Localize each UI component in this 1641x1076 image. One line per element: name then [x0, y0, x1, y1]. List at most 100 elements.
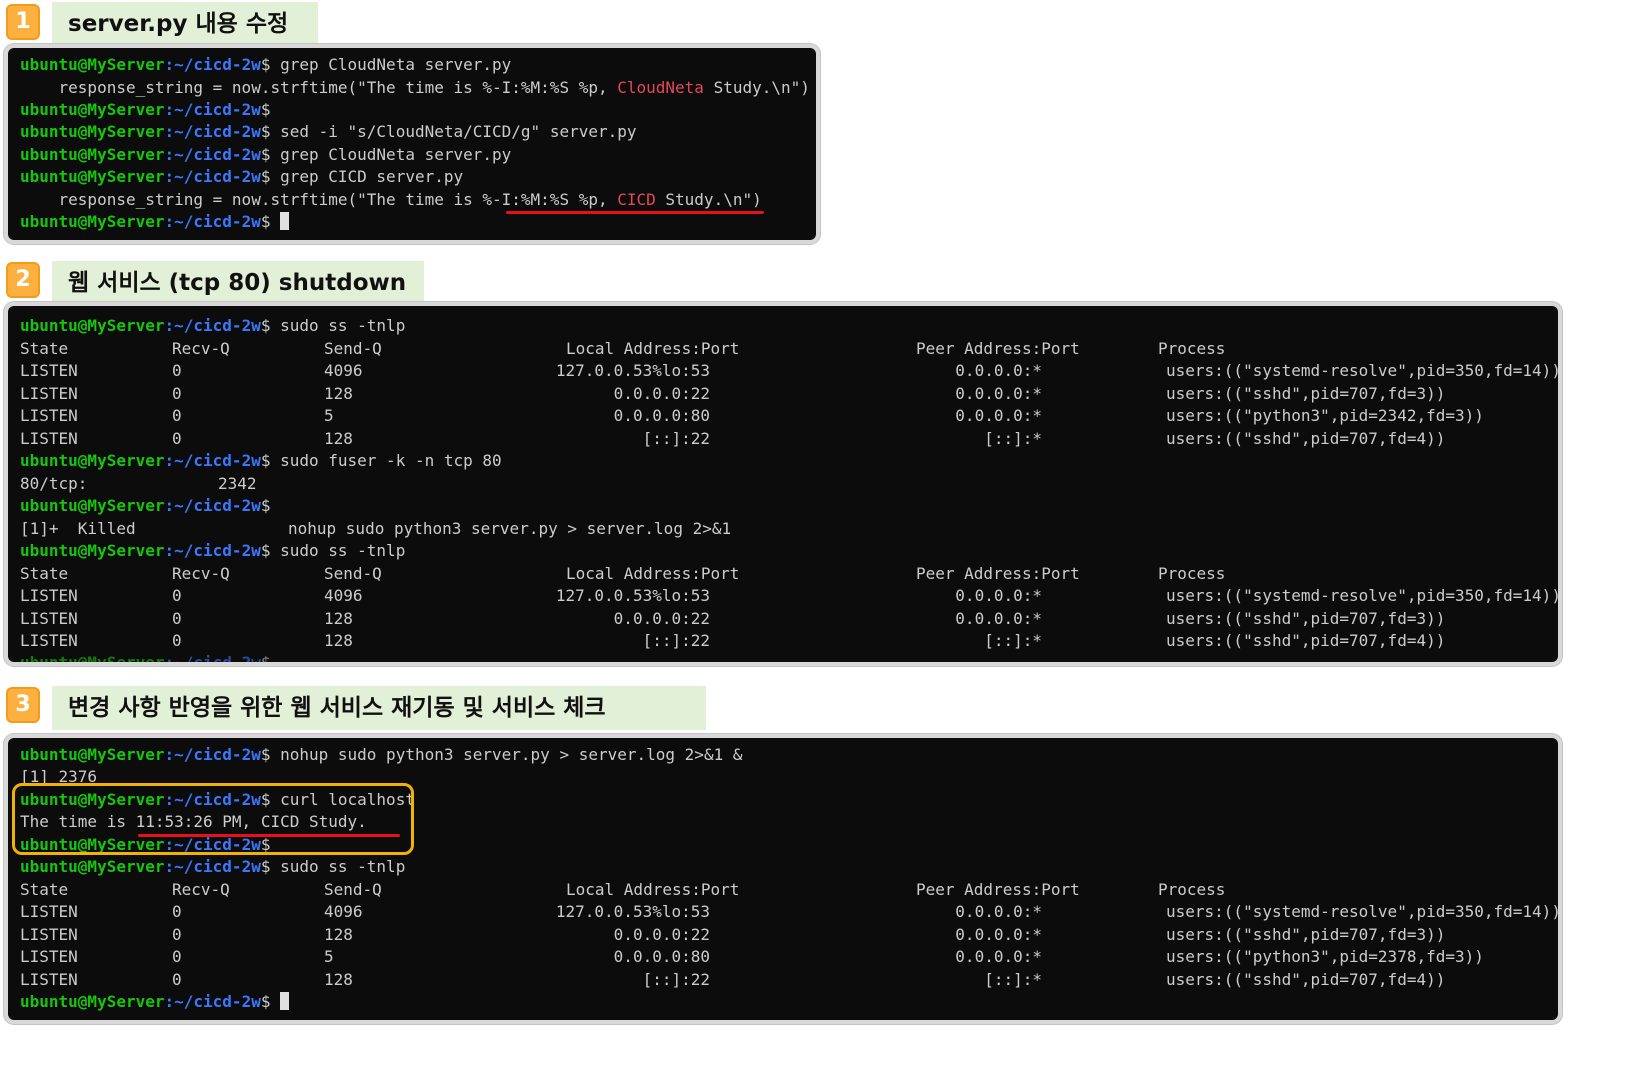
prompt-dollar: $: [260, 316, 281, 335]
prompt-path: :~/cicd-2w: [164, 745, 261, 764]
ss-recv-q-header: Recv-Q: [172, 339, 230, 358]
ss-row: LISTEN 0 5 0.0.0.0:80 0.0.0.0:* users:(("pyth…: [20, 404, 1550, 427]
terminal-window-3[interactable]: ubuntu@MyServer:~/cicd-2w$ nohup sudo py…: [8, 738, 1558, 1020]
ss-header-row: State Recv-Q Send-Q Local Address:Port Peer …: [20, 878, 1550, 901]
prompt-dollar: $: [260, 745, 281, 764]
highlight-text: CloudNeta: [617, 78, 704, 97]
step-badge-1: 1: [6, 4, 40, 40]
ss-process-cell: users:(("sshd",pid=707,fd=4)): [1166, 969, 1446, 989]
terminal-output-line: response_string = now.strftime("The time…: [20, 76, 810, 99]
ss-peer-address-header: Peer Address:Port: [916, 339, 1080, 358]
ss-process-cell: users:(("python3",pid=2342,fd=3)): [1166, 406, 1484, 426]
terminal-line: ubuntu@MyServer:~/cicd-2w$ grep CICD ser…: [20, 165, 463, 188]
terminal-line: ubuntu@MyServer:~/cicd-2w$: [20, 990, 290, 1013]
ss-recv-q-header: Recv-Q: [172, 880, 230, 899]
ss-row: LISTEN 0 5 0.0.0.0:80 0.0.0.0:* users:(("pyth…: [20, 945, 1550, 968]
ss-row: LISTEN 0 4096 127.0.0.53%lo:53 0.0.0.0:* user…: [20, 359, 1558, 382]
prompt-dollar: $: [260, 992, 281, 1011]
prompt-user: ubuntu@MyServer: [20, 653, 165, 662]
prompt-user: ubuntu@MyServer: [20, 857, 165, 876]
ss-peer-address-cell: 0.0.0.0:*: [955, 924, 1042, 944]
command-text: sudo fuser -k -n tcp 80: [280, 451, 502, 470]
command-text: sudo ss -tnlp: [280, 857, 406, 876]
prompt-user: ubuntu@MyServer: [20, 212, 165, 231]
terminal-line: ubuntu@MyServer:~/cicd-2w$: [20, 210, 290, 233]
terminal-cursor: [280, 212, 290, 230]
ss-send-q-header: Send-Q: [324, 880, 382, 899]
ss-header-row: State Recv-Q Send-Q Local Address:Port Peer …: [20, 337, 1550, 360]
prompt-user: ubuntu@MyServer: [20, 992, 165, 1011]
prompt-user: ubuntu@MyServer: [20, 451, 165, 470]
output-text: 2342: [218, 474, 257, 493]
ss-local-address-header: Local Address:Port: [566, 880, 740, 899]
prompt-user: ubuntu@MyServer: [20, 541, 165, 560]
prompt-path: :~/cicd-2w: [164, 145, 261, 164]
output-text: response_string = now.strftime("The time…: [20, 190, 618, 209]
prompt-user: ubuntu@MyServer: [20, 145, 165, 164]
terminal-line: ubuntu@MyServer:~/cicd-2w$ grep CloudNet…: [20, 53, 511, 76]
prompt-dollar: $: [261, 653, 280, 662]
ss-process-cell: users:(("python3",pid=2378,fd=3)): [1166, 947, 1484, 967]
prompt-dollar: $: [260, 167, 281, 186]
ss-row: LISTEN 0 128 [::]:22 [::]:* users:(("sshd",pi…: [20, 629, 1550, 652]
prompt-user: ubuntu@MyServer: [20, 496, 165, 515]
ss-peer-address-cell: [::]:*: [984, 969, 1042, 989]
terminal-cursor: [280, 992, 290, 1010]
prompt-user: ubuntu@MyServer: [20, 745, 165, 764]
ss-process-cell: users:(("systemd-resolve",pid=350,fd=14)…: [1166, 902, 1558, 922]
prompt-dollar: $: [260, 145, 281, 164]
prompt-path: :~/cicd-2w: [164, 541, 261, 560]
ss-peer-address-header: Peer Address:Port: [916, 564, 1080, 583]
prompt-path: :~/cicd-2w: [164, 100, 261, 119]
command-text: grep CloudNeta server.py: [280, 145, 512, 164]
ss-row: LISTEN 0 128 0.0.0.0:22 0.0.0.0:* users:(("ss…: [20, 923, 1550, 946]
ss-state-header: State: [20, 339, 69, 358]
ss-state-header: State: [20, 880, 69, 899]
section-title-2: 웹 서비스 (tcp 80) shutdown: [52, 261, 424, 305]
ss-state-header: State: [20, 564, 69, 583]
prompt-dollar: $: [260, 122, 281, 141]
ss-peer-address-cell: [::]:*: [984, 631, 1042, 651]
ss-send-q-header: Send-Q: [324, 339, 382, 358]
prompt-path: :~/cicd-2w: [164, 316, 261, 335]
command-text: sudo ss -tnlp: [280, 316, 406, 335]
prompt-path: :~/cicd-2w: [164, 496, 261, 515]
ss-process-header: Process: [1158, 564, 1226, 583]
prompt-path: :~/cicd-2w: [164, 167, 261, 186]
terminal-output-line: 80/tcp: 2342: [20, 472, 280, 495]
ss-process-cell: users:(("sshd",pid=707,fd=3)): [1166, 924, 1446, 944]
ss-process-header: Process: [1158, 339, 1226, 358]
ss-row: LISTEN 0 4096 127.0.0.53%lo:53 0.0.0.0:* user…: [20, 900, 1558, 923]
terminal-line: ubuntu@MyServer:~/cicd-2w$ sudo ss -tnlp: [20, 539, 405, 562]
prompt-user: ubuntu@MyServer: [20, 316, 165, 335]
ss-process-cell: users:(("systemd-resolve",pid=350,fd=14)…: [1166, 361, 1558, 381]
ss-local-address-header: Local Address:Port: [566, 564, 740, 583]
prompt-dollar: $: [260, 100, 281, 119]
ss-peer-address-cell: [::]:*: [984, 428, 1042, 448]
prompt-dollar: $: [260, 541, 281, 560]
terminal-line: ubuntu@MyServer:~/cicd-2w$ sudo ss -tnlp: [20, 855, 405, 878]
ss-peer-address-cell: 0.0.0.0:*: [955, 383, 1042, 403]
prompt-user: ubuntu@MyServer: [20, 122, 165, 141]
section-title-3: 변경 사항 반영을 위한 웹 서비스 재기동 및 서비스 체크: [52, 686, 706, 730]
prompt-dollar: $: [260, 496, 281, 515]
prompt-path: :~/cicd-2w: [164, 992, 261, 1011]
terminal-line: ubuntu@MyServer:~/cicd-2w$: [20, 494, 280, 517]
prompt-user: ubuntu@MyServer: [20, 167, 165, 186]
command-text: grep CICD server.py: [280, 167, 464, 186]
terminal-window-1[interactable]: ubuntu@MyServer:~/cicd-2w$ grep CloudNet…: [8, 48, 816, 240]
command-text: nohup sudo python3 server.py > server.lo…: [280, 745, 743, 764]
prompt-path: :~/cicd-2w: [165, 653, 261, 662]
prompt-dollar: $: [260, 55, 281, 74]
terminal-window-2[interactable]: ubuntu@MyServer:~/cicd-2w$ sudo ss -tnlp…: [8, 306, 1558, 662]
prompt-path: :~/cicd-2w: [164, 451, 261, 470]
highlight-text: CICD: [617, 190, 656, 209]
prompt-path: :~/cicd-2w: [164, 55, 261, 74]
output-text: response_string = now.strftime("The time…: [20, 78, 618, 97]
terminal-output-line: response_string = now.strftime("The time…: [20, 188, 762, 211]
output-text: Study.\n"): [703, 78, 810, 97]
output-text: [1]+ Killed: [20, 519, 136, 538]
output-text: nohup sudo python3 server.py > server.lo…: [288, 519, 732, 538]
ss-row: LISTEN 0 128 [::]:22 [::]:* users:(("sshd",pi…: [20, 968, 1550, 991]
curl-highlight-box: [12, 783, 414, 855]
